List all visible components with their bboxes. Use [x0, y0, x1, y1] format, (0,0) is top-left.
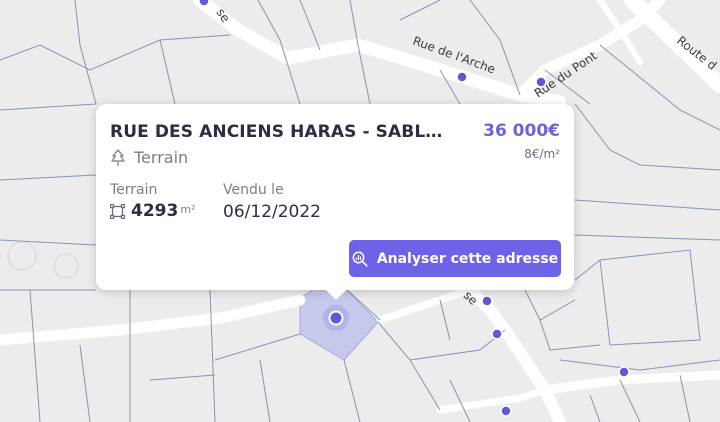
property-price: 36 000€	[483, 121, 560, 141]
sold-date-value: 06/12/2022	[223, 202, 321, 222]
map-marker[interactable]	[500, 405, 512, 417]
search-analytics-icon	[352, 251, 368, 267]
map-marker[interactable]	[481, 295, 493, 307]
property-address: RUE DES ANCIENS HARAS - SABLÉ-SUR-SARTHE	[110, 122, 450, 142]
analyse-address-label: Analyser cette adresse	[376, 250, 559, 267]
surface-label: Terrain	[110, 182, 158, 198]
property-popup: RUE DES ANCIENS HARAS - SABLÉ-SUR-SARTHE…	[96, 104, 574, 300]
map-marker[interactable]	[491, 328, 503, 340]
area-icon	[110, 203, 125, 219]
analyse-address-button[interactable]: Analyser cette adresse	[349, 240, 561, 277]
price-per-m2: 8€/m²	[524, 147, 560, 161]
map-marker[interactable]	[535, 76, 547, 88]
map-marker[interactable]	[198, 0, 210, 7]
surface-unit: m²	[180, 202, 196, 216]
surface-row: 4293 m²	[110, 201, 195, 221]
selected-marker[interactable]	[328, 310, 344, 326]
map-marker[interactable]	[618, 366, 630, 378]
surface-value: 4293	[131, 201, 179, 221]
property-type-label: Terrain	[134, 148, 189, 167]
map-marker[interactable]	[456, 71, 468, 83]
property-type: Terrain	[110, 148, 188, 167]
sold-date-label: Vendu le	[223, 182, 284, 198]
tree-icon	[111, 148, 125, 166]
